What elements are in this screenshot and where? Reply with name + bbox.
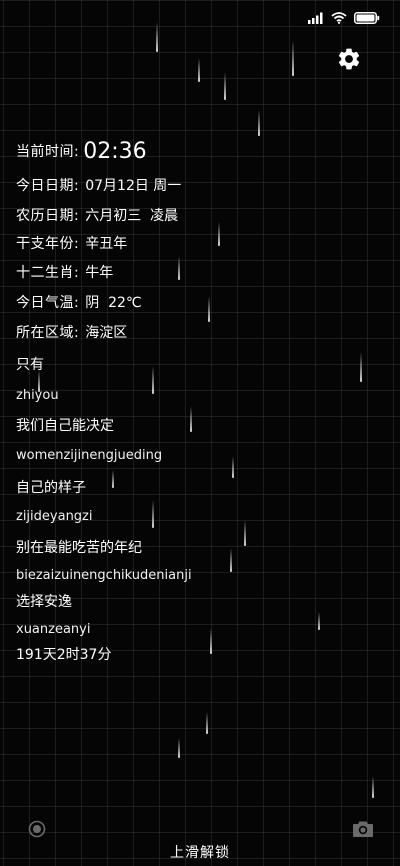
rain-drop xyxy=(156,22,158,52)
rain-drop xyxy=(318,612,320,630)
time-row: 当前时间: 02:36 xyxy=(16,139,147,164)
rain-drop xyxy=(230,548,232,572)
rain-drop xyxy=(152,366,154,394)
poem-line-pinyin: womenzijinengjueding xyxy=(16,448,163,463)
rain-drop xyxy=(292,40,294,76)
settings-button[interactable] xyxy=(336,46,362,72)
date-row: 今日日期: 07月12日 周一 xyxy=(16,176,181,196)
gear-icon xyxy=(336,48,362,76)
time-label: 当前时间: xyxy=(16,144,80,160)
rain-drop xyxy=(372,776,374,798)
camera-icon xyxy=(352,821,374,842)
rain-drop xyxy=(224,72,226,100)
poem-line-cn: 选择安逸 xyxy=(16,594,72,610)
poem-line-pinyin: zhiyou xyxy=(16,388,59,403)
time-value: 02:36 xyxy=(83,139,147,164)
rain-drop xyxy=(198,58,200,82)
ganzhi-label: 干支年份: xyxy=(16,236,80,252)
zodiac-label: 十二生肖: xyxy=(16,265,80,281)
poem-line-pinyin: zijideyangzi xyxy=(16,509,93,524)
wifi-icon xyxy=(331,9,347,28)
region-row: 所在区域: 海淀区 xyxy=(16,323,127,343)
rain-drop xyxy=(210,628,212,654)
rain-drop xyxy=(244,520,246,546)
rain-drop xyxy=(218,222,220,246)
poem-line-cn: 我们自己能决定 xyxy=(16,418,114,434)
lunar-value: 六月初三 凌晨 xyxy=(85,208,179,224)
rain-drop xyxy=(206,712,208,734)
rain-drop xyxy=(152,500,154,528)
rain-drop xyxy=(178,256,180,280)
swipe-to-unlock-hint[interactable]: 上滑解锁 xyxy=(0,842,400,862)
region-value: 海淀区 xyxy=(85,325,128,341)
date-value: 07月12日 周一 xyxy=(85,178,182,194)
record-shortcut-button[interactable] xyxy=(28,820,46,838)
countdown-text: 191天2时37分 xyxy=(16,647,112,663)
zodiac-row: 十二生肖: 牛年 xyxy=(16,263,113,283)
rain-drop xyxy=(112,470,114,488)
rain-drop xyxy=(208,296,210,322)
poem-line-cn: 只有 xyxy=(16,357,44,373)
weather-value: 阴 22℃ xyxy=(85,295,142,311)
rain-drop xyxy=(178,738,180,758)
rain-drop xyxy=(232,456,234,478)
rain-drop xyxy=(360,352,362,382)
ganzhi-value: 辛丑年 xyxy=(85,236,128,252)
signal-icon xyxy=(308,9,324,28)
poem-line-pinyin: biezaizuinengchikudenianji xyxy=(16,568,192,583)
camera-shortcut-button[interactable] xyxy=(352,820,374,838)
date-label: 今日日期: xyxy=(16,178,80,194)
ganzhi-row: 干支年份: 辛丑年 xyxy=(16,234,127,254)
record-icon xyxy=(28,820,46,842)
zodiac-value: 牛年 xyxy=(85,265,114,281)
rain-drop xyxy=(258,110,260,136)
poem-line-cn: 别在最能吃苦的年纪 xyxy=(16,540,142,556)
battery-icon xyxy=(354,9,380,28)
status-bar xyxy=(308,10,380,26)
weather-label: 今日气温: xyxy=(16,295,80,311)
poem-line-pinyin: xuanzeanyi xyxy=(16,622,91,637)
lunar-row: 农历日期: 六月初三 凌晨 xyxy=(16,206,178,226)
poem-line-cn: 自己的样子 xyxy=(16,480,86,496)
rain-drop xyxy=(190,406,192,432)
weather-row: 今日气温: 阴 22℃ xyxy=(16,293,142,313)
lunar-label: 农历日期: xyxy=(16,208,80,224)
region-label: 所在区域: xyxy=(16,325,80,341)
